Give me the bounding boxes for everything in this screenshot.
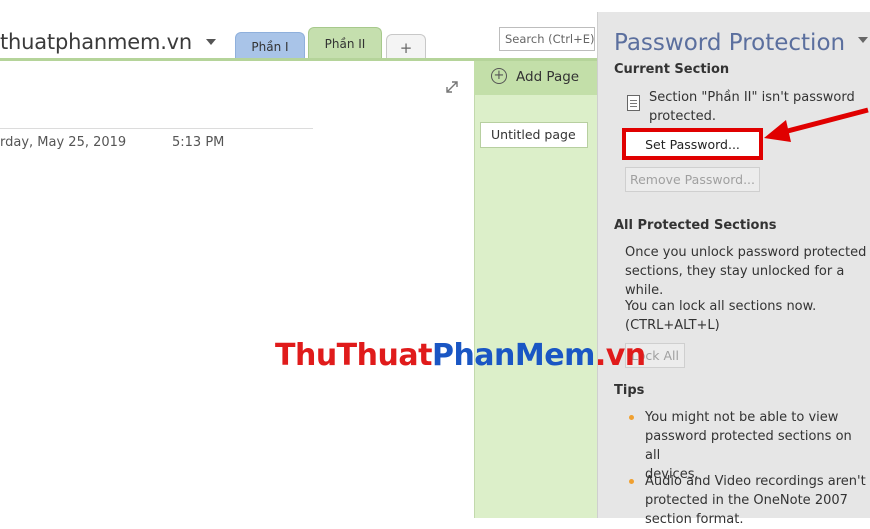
page-time: 5:13 PM <box>172 135 225 150</box>
chevron-down-icon[interactable] <box>206 39 216 45</box>
tab-phan-1[interactable]: Phần I <box>235 32 305 60</box>
remove-password-button[interactable]: Remove Password... <box>625 167 760 192</box>
add-page-label[interactable]: Add Page <box>516 69 579 85</box>
watermark-logo: ThuThuatPhanMem.vn <box>275 338 646 373</box>
info-line: Once you unlock password protected <box>625 245 867 260</box>
panel-chevron-down-icon[interactable] <box>858 37 868 43</box>
watermark-part: .vn <box>594 338 646 373</box>
arrow-annotation <box>764 107 869 142</box>
title-underline <box>0 128 313 129</box>
tip-item: Audio and Video recordings aren't protec… <box>645 472 866 529</box>
tips-heading: Tips <box>614 383 645 398</box>
bullet-icon <box>629 415 634 420</box>
info-line: (CTRL+ALT+L) <box>625 318 720 333</box>
watermark-part: PhanMem <box>431 338 595 373</box>
add-circle-icon[interactable]: + <box>491 68 507 84</box>
page-date: rday, May 25, 2019 <box>0 135 127 150</box>
lock-page-icon <box>627 95 640 111</box>
tip-line: Audio and Video recordings aren't <box>645 474 866 489</box>
info-line: sections, they stay unlocked for a while… <box>625 264 845 298</box>
unlock-info: Once you unlock password protected secti… <box>625 243 870 300</box>
page-list-item[interactable]: Untitled page <box>480 122 588 148</box>
notebook-name[interactable]: thuatphanmem.vn <box>0 30 192 54</box>
tab-phan-2[interactable]: Phần II <box>308 27 382 60</box>
add-section-tab[interactable]: + <box>386 34 426 60</box>
bullet-icon <box>629 479 634 484</box>
lock-info: You can lock all sections now. (CTRL+ALT… <box>625 297 816 335</box>
tab-label: Phần II <box>324 37 366 51</box>
status-line: Section "Phần II" isn't password <box>649 90 855 105</box>
watermark-part: ThuThuat <box>275 338 432 373</box>
info-line: You can lock all sections now. <box>625 299 817 314</box>
tip-line: protected in the OneNote 2007 <box>645 493 848 508</box>
tip-line: section format. <box>645 512 744 527</box>
tip-line: You might not be able to view <box>645 410 839 425</box>
set-password-button[interactable]: Set Password... <box>622 128 763 160</box>
expand-icon[interactable] <box>445 80 459 94</box>
panel-title: Password Protection <box>614 30 846 56</box>
current-section-heading: Current Section <box>614 62 730 77</box>
all-protected-heading: All Protected Sections <box>614 218 777 233</box>
plus-icon: + <box>399 38 413 57</box>
tip-line: password protected sections on all <box>645 429 852 463</box>
search-input[interactable]: Search (Ctrl+E) <box>499 27 595 51</box>
tab-label: Phần I <box>251 39 289 54</box>
